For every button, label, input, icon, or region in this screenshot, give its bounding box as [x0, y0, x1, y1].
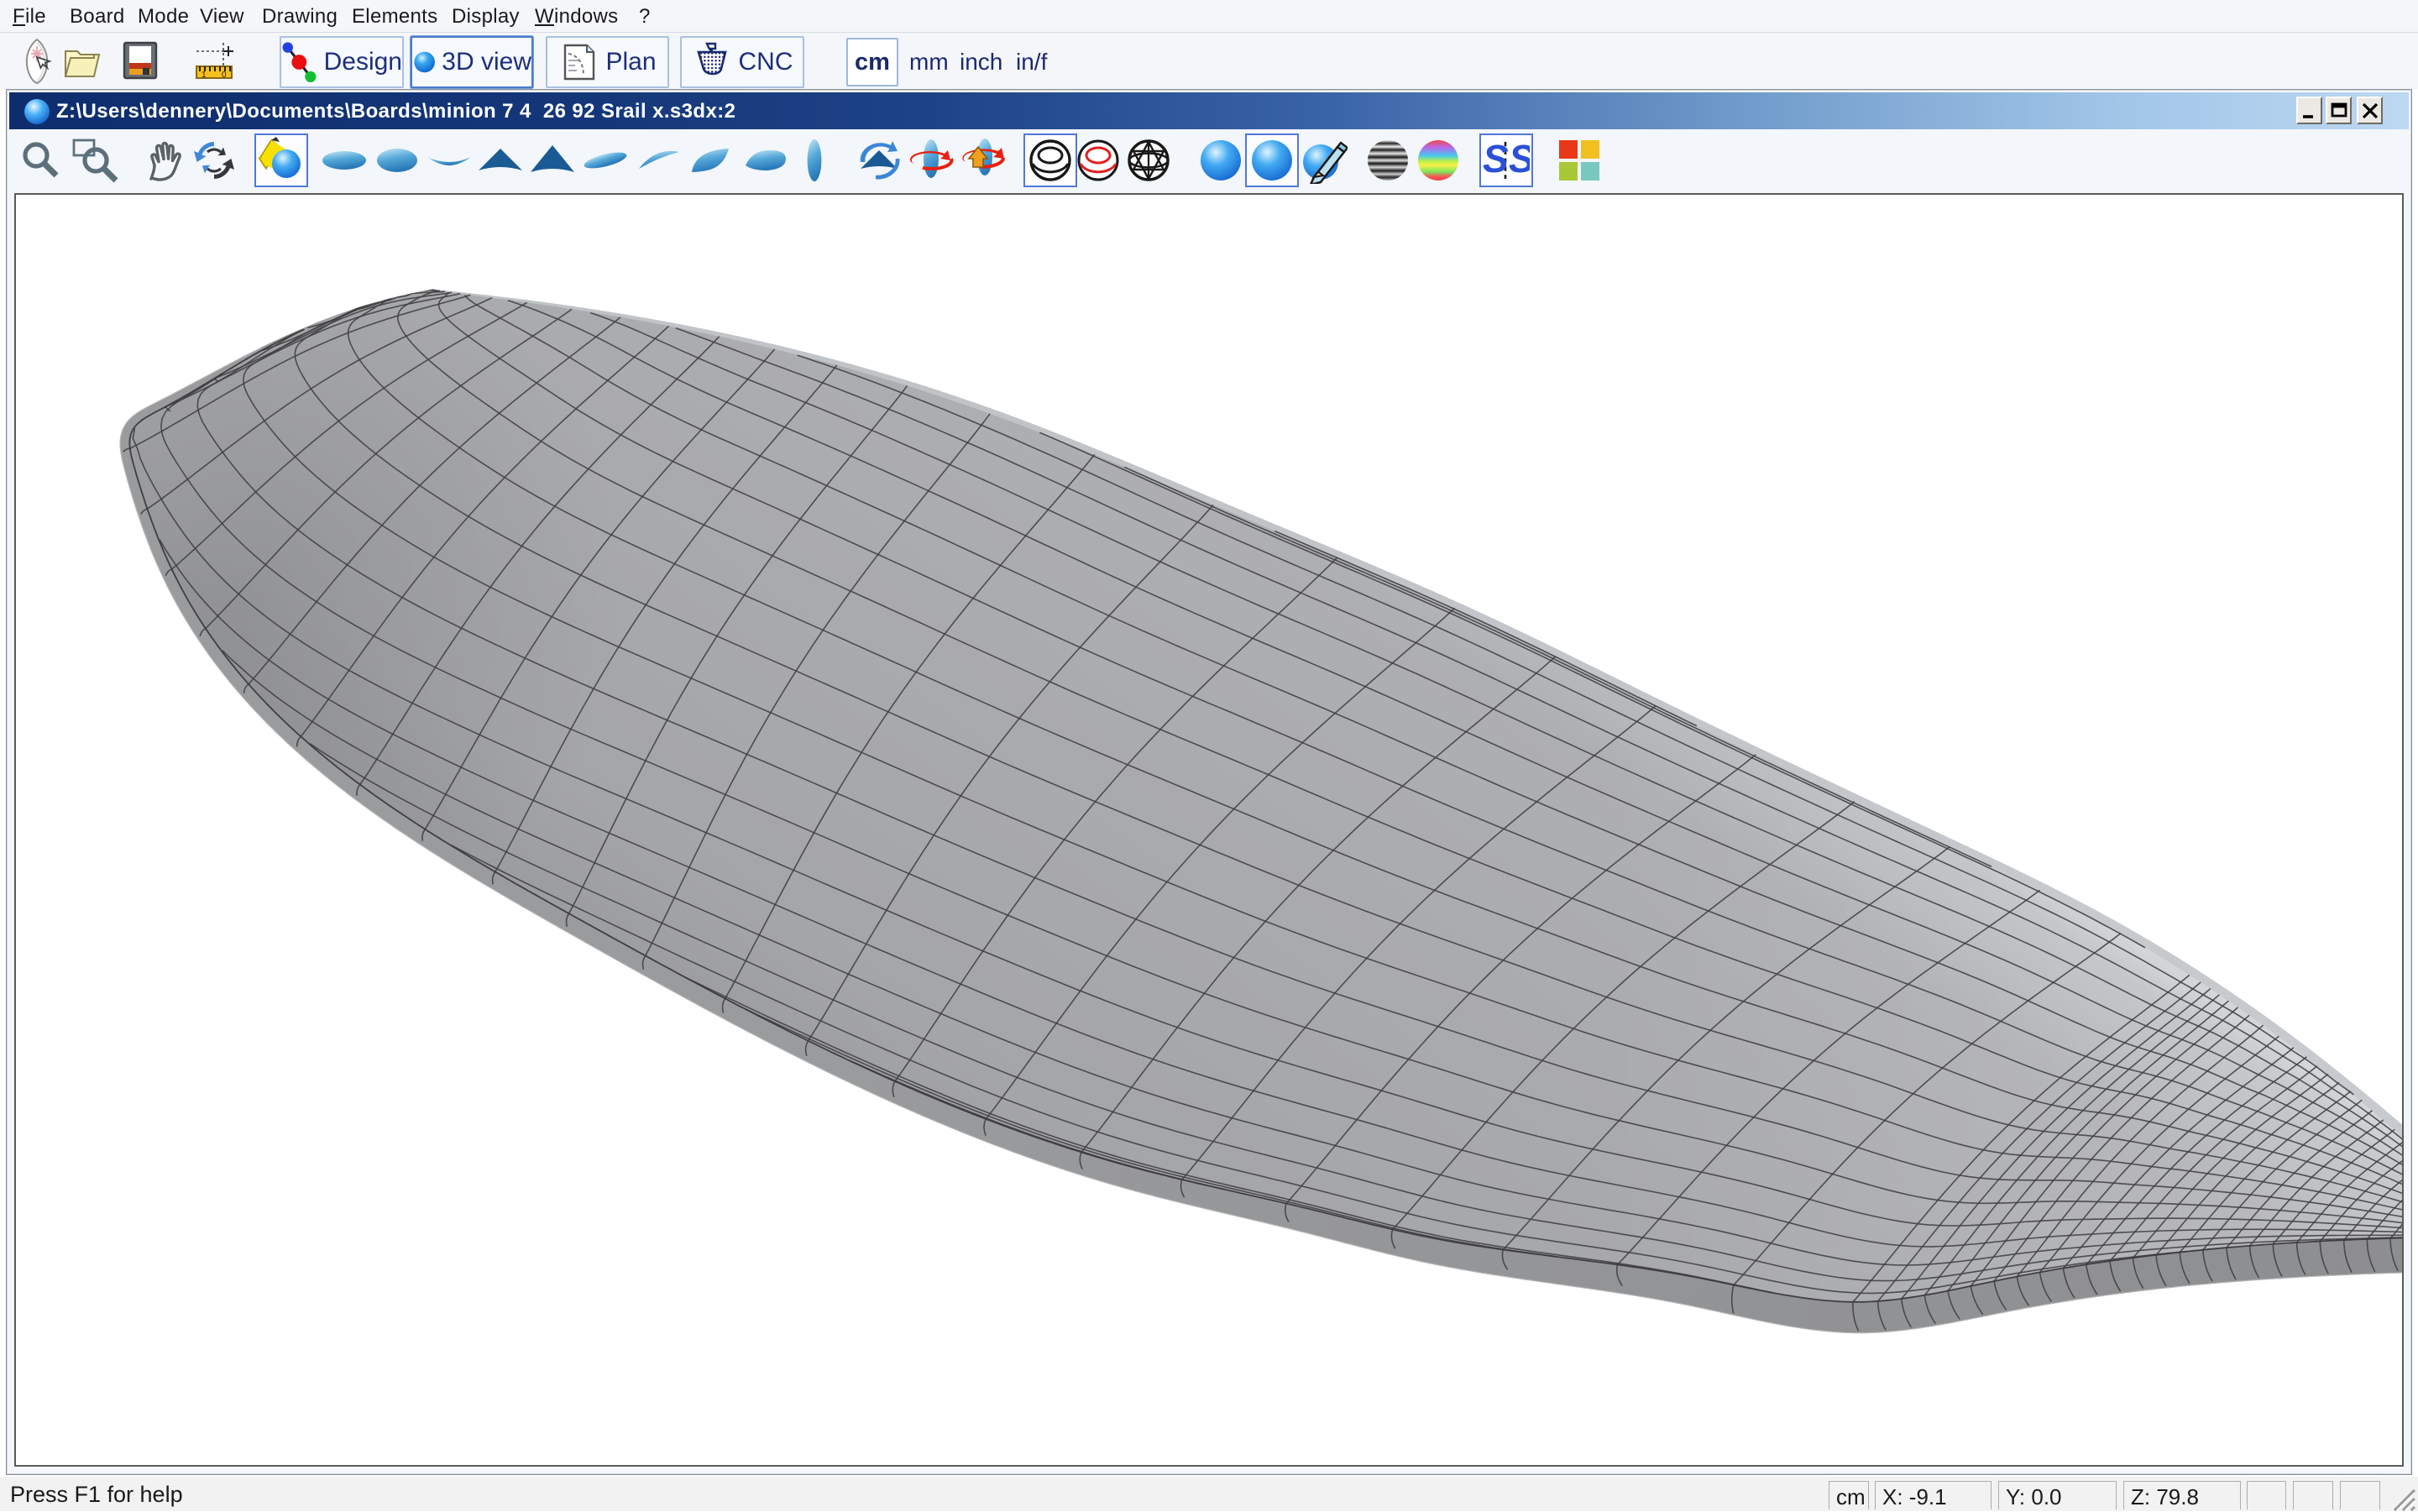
svg-text:S: S [1509, 137, 1530, 180]
svg-text:S: S [1483, 137, 1509, 180]
svg-text:1: 1 [202, 71, 207, 80]
svg-text:0: 0 [222, 71, 227, 80]
